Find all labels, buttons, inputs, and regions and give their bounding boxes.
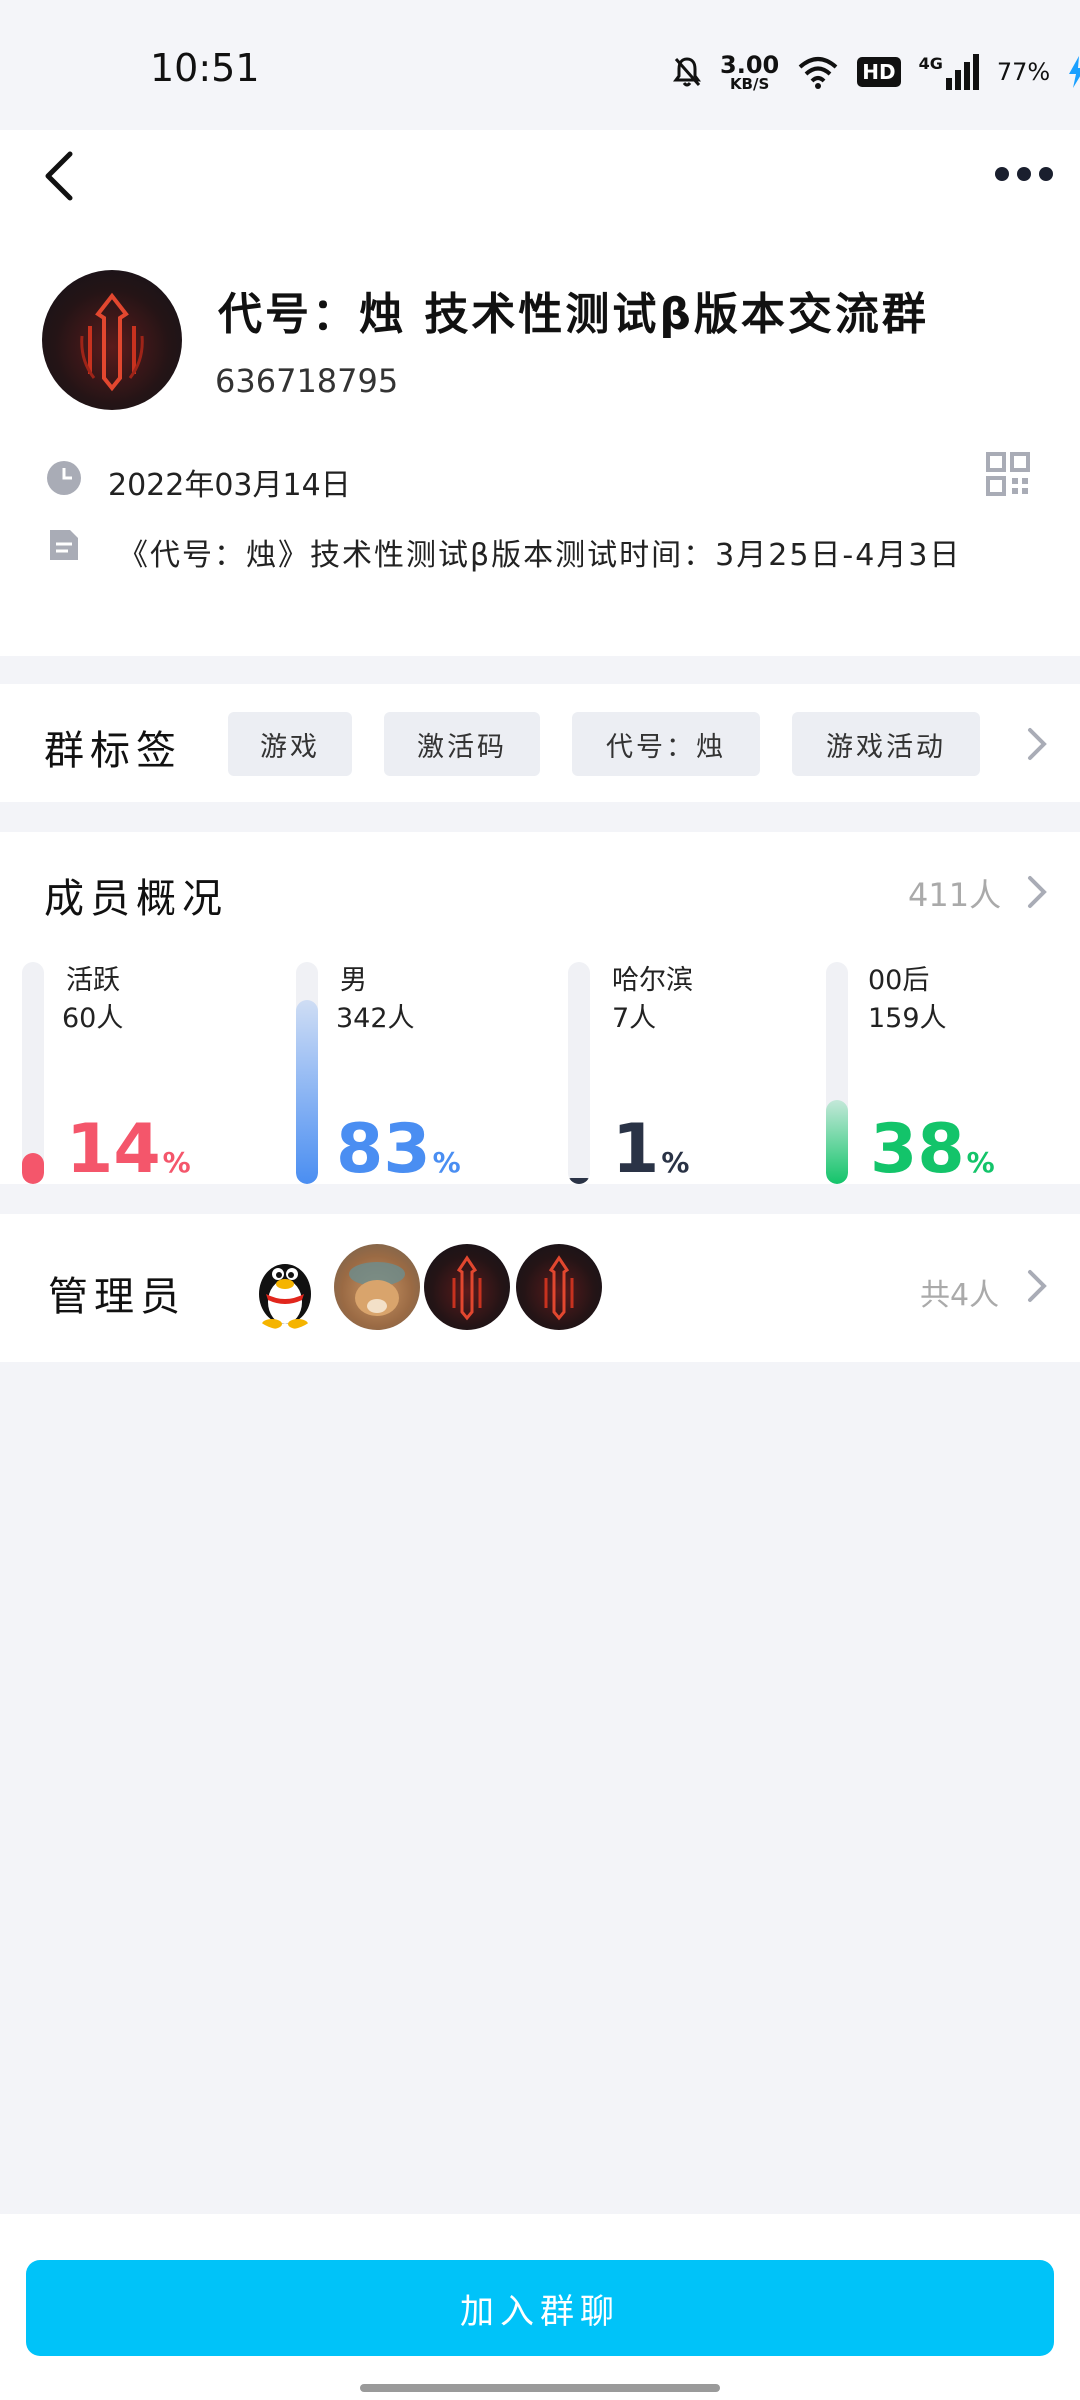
- stat-count: 342人: [336, 1003, 415, 1034]
- tag-item[interactable]: 激活码: [384, 712, 540, 776]
- chevron-right-icon[interactable]: [1026, 874, 1048, 910]
- signal-icon: 4G: [919, 54, 979, 90]
- group-avatar[interactable]: [42, 270, 182, 410]
- mute-bell-icon: [673, 57, 701, 87]
- document-icon: [50, 530, 78, 560]
- group-id: 636718795: [215, 362, 399, 400]
- members-section-title: 成员概况: [44, 876, 228, 922]
- stat-percent: 14%: [66, 1110, 191, 1189]
- admin-avatar[interactable]: [424, 1244, 510, 1330]
- group-name: 代号：烛 技术性测试β版本交流群: [218, 289, 929, 340]
- member-count: 411人: [908, 876, 1002, 914]
- stat-label: 00后: [868, 965, 930, 996]
- admins-section-title: 管理员: [48, 1274, 186, 1320]
- stat-bar-city: [568, 962, 590, 1184]
- tags-section-title: 群标签: [44, 728, 182, 774]
- stat-bar-male: [296, 962, 318, 1184]
- home-indicator[interactable]: [360, 2384, 720, 2392]
- stat-count: 60人: [62, 1003, 124, 1034]
- qr-code-icon[interactable]: [986, 452, 1030, 496]
- status-time: 10:51: [150, 46, 260, 90]
- group-description: 《代号：烛》技术性测试β版本测试时间：3月25日-4月3日: [118, 538, 962, 573]
- chevron-right-icon[interactable]: [1026, 1268, 1048, 1304]
- admins-total: 共4人: [920, 1278, 1000, 1313]
- admin-avatar[interactable]: [516, 1244, 602, 1330]
- more-options-icon[interactable]: [992, 160, 1056, 188]
- stat-label: 男: [340, 965, 367, 996]
- stat-percent: 83%: [336, 1110, 461, 1189]
- wifi-icon: [798, 57, 838, 89]
- status-icons: 3.00 KB/S HD 4G 77%: [672, 50, 1080, 94]
- back-arrow-icon[interactable]: [40, 148, 80, 204]
- stat-label: 哈尔滨: [612, 965, 693, 996]
- stat-percent: 38%: [870, 1110, 995, 1189]
- network-speed: 3.00 KB/S: [720, 50, 780, 93]
- tag-item[interactable]: 游戏活动: [792, 712, 980, 776]
- join-group-button[interactable]: 加入群聊: [26, 2260, 1054, 2356]
- charging-icon: [1069, 56, 1080, 88]
- clock-icon: [47, 461, 81, 495]
- creation-date: 2022年03月14日: [108, 468, 351, 503]
- hd-badge: HD: [857, 57, 901, 87]
- tag-item[interactable]: 游戏: [228, 712, 352, 776]
- stat-bar-active: [22, 962, 44, 1184]
- battery-level: 77%: [996, 58, 1051, 86]
- tag-item[interactable]: 代号：烛: [572, 712, 760, 776]
- stat-label: 活跃: [66, 965, 120, 996]
- admin-avatar[interactable]: [242, 1244, 328, 1330]
- stat-count: 7人: [612, 1003, 657, 1034]
- stat-bar-age: [826, 962, 848, 1184]
- admin-avatar[interactable]: [334, 1244, 420, 1330]
- stat-count: 159人: [868, 1003, 947, 1034]
- stat-percent: 1%: [612, 1110, 690, 1189]
- chevron-right-icon[interactable]: [1026, 726, 1048, 762]
